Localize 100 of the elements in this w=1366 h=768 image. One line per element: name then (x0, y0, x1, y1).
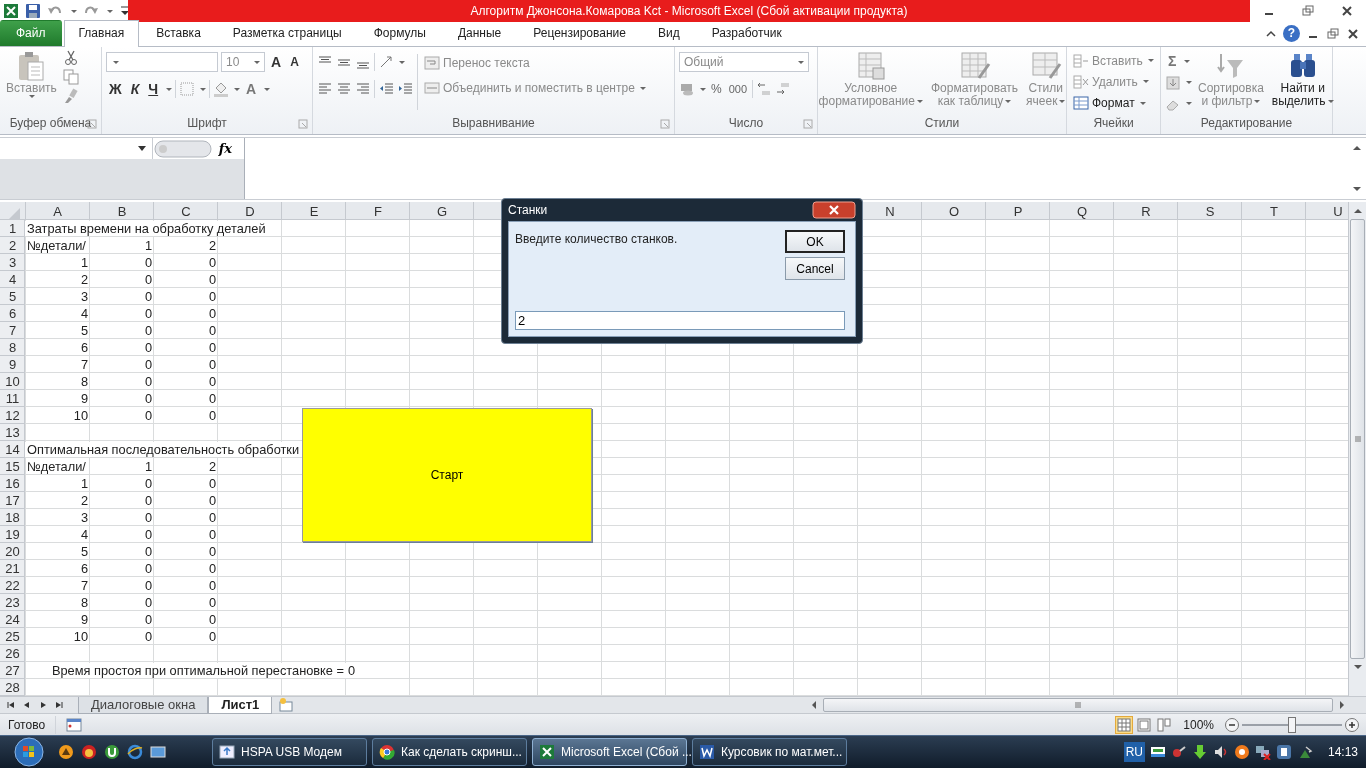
start-orb-icon[interactable] (14, 737, 44, 767)
row-header[interactable]: 5 (8, 289, 17, 304)
thousands-button[interactable]: 000 (726, 78, 750, 100)
ribbon-tab[interactable]: Разработчик (696, 20, 797, 46)
caret-icon[interactable] (234, 87, 241, 91)
row-header[interactable]: 9 (8, 357, 17, 372)
language-indicator[interactable]: RU (1123, 742, 1145, 762)
zoom-in-icon[interactable] (1344, 716, 1360, 733)
app-icon[interactable] (81, 744, 97, 760)
row-header[interactable]: 28 (5, 680, 20, 695)
caret-icon[interactable] (1186, 81, 1192, 84)
underline-button[interactable]: Ч (145, 78, 162, 100)
tray-icon[interactable] (1233, 744, 1250, 760)
network-icon[interactable] (1254, 744, 1271, 760)
last-sheet-icon[interactable] (54, 700, 64, 710)
view-button[interactable] (1155, 715, 1174, 734)
row-header[interactable]: 13 (5, 425, 20, 440)
row-header[interactable]: 8 (8, 340, 17, 355)
save-icon[interactable] (25, 3, 41, 19)
shrink-font-button[interactable]: A (287, 51, 302, 73)
row-header[interactable]: 16 (5, 476, 20, 491)
scrollbar-thumb[interactable] (823, 698, 1333, 712)
row-header[interactable]: 4 (8, 272, 17, 287)
close-icon[interactable] (812, 201, 856, 219)
first-sheet-icon[interactable] (6, 700, 16, 710)
caret-icon[interactable] (1184, 59, 1191, 63)
caret-icon[interactable] (264, 87, 271, 91)
row-header[interactable]: 27 (5, 663, 20, 678)
sheet-tab[interactable]: Лист1 (208, 696, 273, 714)
row-header[interactable]: 17 (5, 493, 20, 508)
column-header[interactable]: F (374, 203, 382, 219)
row-header[interactable]: 15 (5, 459, 20, 474)
caret-icon[interactable] (700, 87, 706, 91)
column-header[interactable]: T (1270, 203, 1278, 219)
fill-down-icon[interactable] (1165, 74, 1181, 91)
download-icon[interactable] (1191, 744, 1208, 760)
ribbon-tab[interactable]: Рецензирование (518, 20, 641, 46)
fill-bucket-icon[interactable] (213, 81, 230, 97)
column-header[interactable]: S (1205, 203, 1215, 219)
app-icon[interactable] (104, 744, 120, 760)
cancel-button[interactable]: Cancel (785, 257, 845, 280)
zoom-out-icon[interactable] (1224, 716, 1240, 733)
scissors-icon[interactable] (62, 50, 79, 66)
find-select-button[interactable]: Найти и выделить (1269, 50, 1336, 114)
row-header[interactable]: 11 (5, 391, 20, 406)
ribbon-tab[interactable]: Разметка страницы (217, 20, 357, 46)
app-icon[interactable] (58, 744, 74, 760)
column-header[interactable]: E (309, 203, 319, 219)
row-header[interactable]: 26 (5, 646, 20, 661)
ribbon-tab[interactable]: Файл (0, 20, 62, 46)
slider-thumb[interactable] (1288, 716, 1296, 733)
restore-icon[interactable] (1326, 26, 1340, 41)
column-header[interactable]: A (53, 203, 62, 219)
caret-icon[interactable] (71, 9, 77, 13)
font-name-field[interactable] (106, 52, 218, 72)
customize-icon[interactable] (119, 5, 131, 17)
tray-icon[interactable] (1275, 744, 1292, 760)
previous-sheet-icon[interactable] (22, 700, 32, 710)
macro-record-icon[interactable] (66, 716, 83, 733)
format-painter-icon[interactable] (62, 88, 79, 104)
indent-increase-icon[interactable] (397, 81, 413, 97)
row-header[interactable]: 3 (8, 255, 17, 270)
insert-function-button[interactable]: fx (212, 137, 238, 160)
scrollbar-thumb[interactable] (1350, 219, 1365, 659)
ribbon-tab[interactable]: Вставка (141, 20, 216, 46)
caret-icon[interactable] (166, 87, 173, 91)
sheet-tab[interactable]: Диалоговые окна (78, 696, 209, 714)
row-header[interactable]: 12 (5, 408, 20, 423)
start-button[interactable]: Старт (302, 408, 592, 542)
ribbon-tab[interactable]: Данные (442, 20, 517, 46)
row-header[interactable]: 18 (5, 510, 20, 525)
volume-icon[interactable] (1212, 744, 1229, 760)
input-field[interactable]: 2 (515, 311, 845, 330)
ribbon-tab[interactable]: Вид (642, 20, 695, 46)
ok-button[interactable]: OK (785, 230, 845, 253)
browser-icon[interactable] (127, 744, 143, 760)
text-angle-icon[interactable] (378, 54, 394, 70)
row-header[interactable]: 25 (5, 629, 20, 644)
caret-icon[interactable] (200, 87, 207, 91)
ribbon-tab[interactable]: Главная (63, 20, 140, 47)
tray-icon[interactable] (1149, 744, 1166, 760)
row-header[interactable]: 21 (5, 561, 20, 576)
font-size-field[interactable]: 10 (221, 52, 265, 72)
font-color-button[interactable]: A (243, 78, 260, 100)
desktop-icon[interactable] (150, 744, 166, 760)
autosum-button[interactable]: Σ (1165, 50, 1180, 72)
taskbar-button[interactable]: Курсовик по мат.мет... (692, 738, 847, 766)
column-header[interactable]: D (245, 203, 255, 219)
bold-button[interactable]: Ж (106, 78, 125, 100)
close-icon[interactable] (1339, 4, 1354, 18)
row-header[interactable]: 19 (5, 527, 20, 542)
row-header[interactable]: 1 (8, 221, 17, 236)
taskbar-button[interactable]: HSPA USB Модем (212, 738, 367, 766)
column-header[interactable]: N (885, 203, 895, 219)
row-header[interactable]: 7 (8, 323, 17, 338)
row-header[interactable]: 22 (5, 578, 20, 593)
column-header[interactable]: G (436, 203, 448, 219)
help-button[interactable]: ? (1283, 25, 1300, 42)
column-header[interactable]: O (948, 203, 960, 219)
zoom-level[interactable]: 100% (1183, 715, 1214, 734)
